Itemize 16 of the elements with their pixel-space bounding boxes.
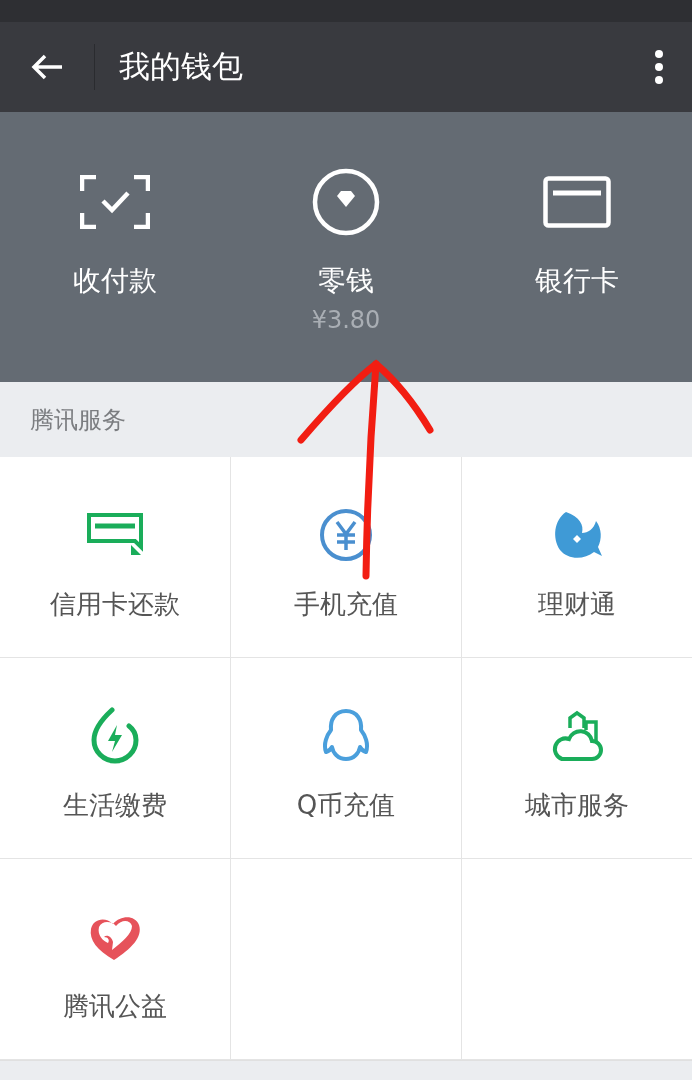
service-tile[interactable]: 信用卡还款: [0, 457, 231, 658]
wallet-action[interactable]: 零钱 ¥3.80: [230, 112, 462, 382]
diamond-coin-icon: [312, 168, 380, 236]
service-tile[interactable]: 生活缴费: [0, 658, 231, 859]
wallet-action[interactable]: 收付款: [0, 112, 231, 382]
change-balance: ¥3.80: [311, 306, 381, 334]
wallet-action[interactable]: 银行卡: [461, 112, 692, 382]
scan-check-icon: [80, 175, 151, 229]
page-title: 我的钱包: [119, 47, 243, 86]
more-icon: [654, 49, 664, 85]
back-arrow-icon: [30, 53, 64, 81]
service-tile[interactable]: Q币充值: [231, 658, 462, 859]
service-tile[interactable]: 腾讯公益: [0, 859, 231, 1060]
section-title: 腾讯服务: [30, 404, 126, 436]
bank-card-icon: [542, 176, 611, 228]
service-tile[interactable]: 手机充值: [231, 457, 462, 658]
